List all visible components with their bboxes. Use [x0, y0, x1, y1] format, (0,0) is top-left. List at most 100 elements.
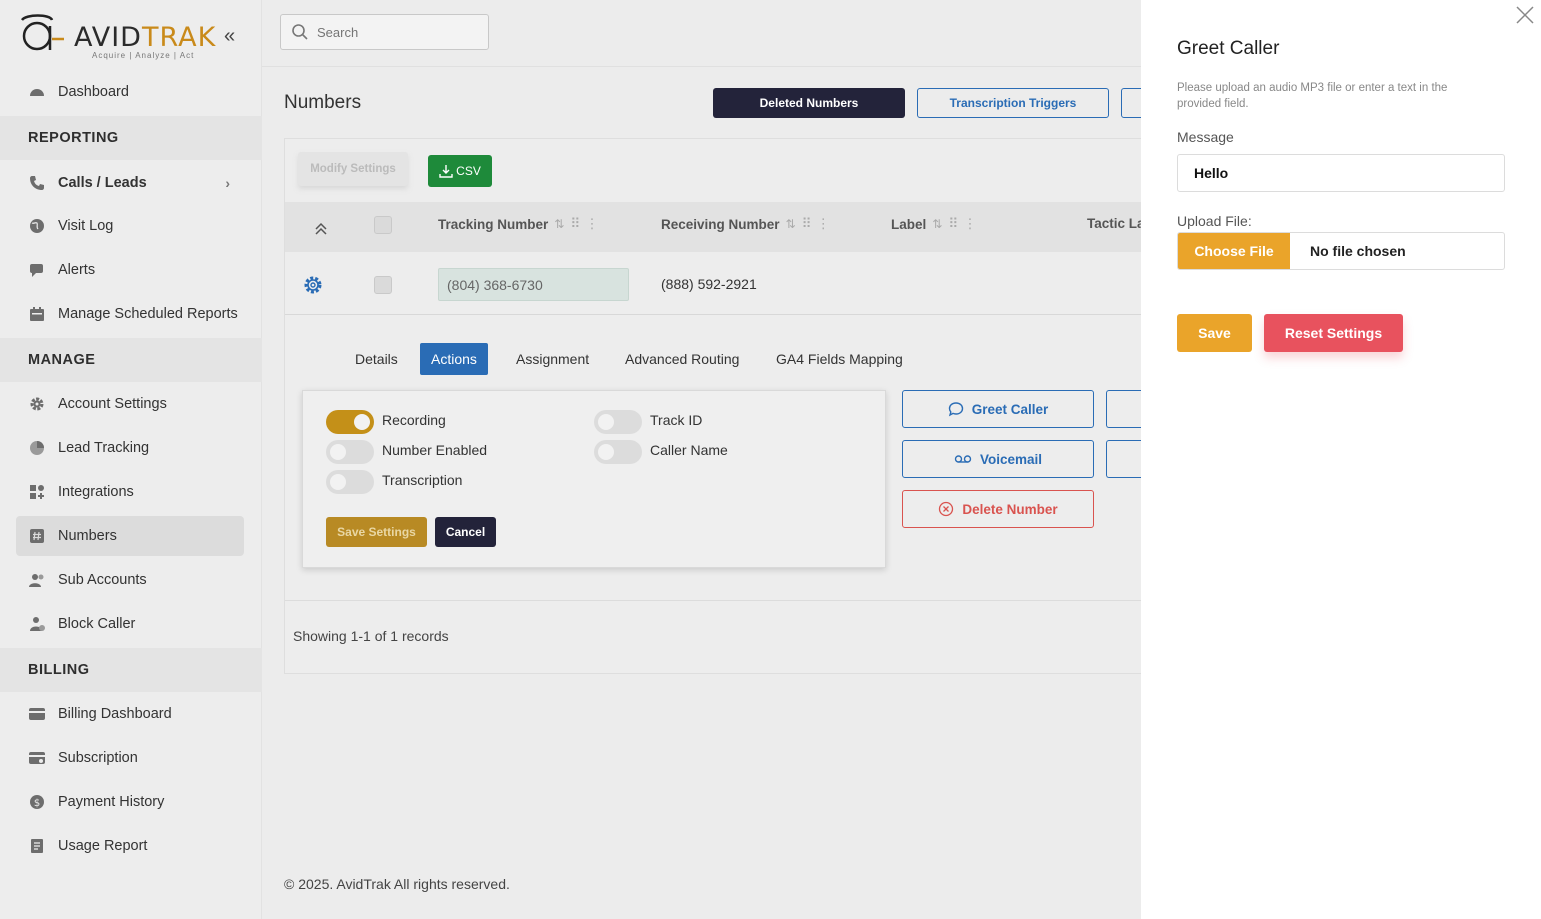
message-label: Message — [1177, 129, 1234, 145]
column-label: Label — [891, 216, 927, 232]
sort-icon[interactable]: ⇅ — [786, 217, 796, 231]
column-label: Tracking Number — [438, 216, 549, 232]
choose-file-button[interactable]: Choose File — [1178, 233, 1290, 269]
sidebar-item-label: Alerts — [58, 262, 96, 278]
sidebar-item-account-settings[interactable]: Account Settings — [16, 384, 244, 424]
sidebar-item-subscription[interactable]: Subscription — [16, 738, 244, 778]
action-button-partial[interactable] — [1106, 390, 1146, 428]
globe-icon — [28, 217, 46, 235]
brand-name: AVIDTRAK — [74, 22, 216, 53]
deleted-numbers-button[interactable]: Deleted Numbers — [713, 88, 905, 118]
drag-handle-icon[interactable]: ⠿ — [948, 216, 958, 232]
sidebar-item-sub-accounts[interactable]: Sub Accounts — [16, 560, 244, 600]
sidebar-item-scheduled-reports[interactable]: Manage Scheduled Reports — [16, 294, 244, 334]
transcription-toggle[interactable] — [326, 470, 374, 494]
logo-mark-icon — [20, 14, 64, 51]
sidebar-item-label: Numbers — [58, 528, 117, 544]
tab-details[interactable]: Details — [344, 343, 409, 375]
chevron-right-icon: › — [225, 175, 230, 191]
drag-handle-icon[interactable]: ⠿ — [570, 216, 580, 232]
action-button-partial[interactable] — [1106, 440, 1146, 478]
transcription-triggers-button[interactable]: Transcription Triggers — [917, 88, 1109, 118]
sidebar-item-usage-report[interactable]: Usage Report — [16, 826, 244, 866]
greet-caller-button[interactable]: Greet Caller — [902, 390, 1094, 428]
brand-suffix: TRAK — [141, 22, 217, 53]
track-id-toggle[interactable] — [594, 410, 642, 434]
voicemail-button[interactable]: Voicemail — [902, 440, 1094, 478]
tab-advanced-routing[interactable]: Advanced Routing — [614, 343, 750, 375]
save-button[interactable]: Save — [1177, 314, 1252, 352]
column-menu-icon[interactable]: ⋮ — [585, 216, 598, 232]
close-icon[interactable] — [1515, 5, 1535, 25]
users-icon — [28, 571, 46, 589]
tab-assignment[interactable]: Assignment — [505, 343, 600, 375]
upload-file-label: Upload File: — [1177, 213, 1252, 229]
delete-circle-icon — [939, 501, 954, 517]
logo: AVIDTRAK Acquire | Analyze | Act — [18, 10, 248, 62]
sidebar-item-alerts[interactable]: Alerts — [16, 250, 244, 290]
chat-icon — [28, 261, 46, 279]
subscription-icon — [28, 749, 46, 767]
dollar-icon: $ — [28, 793, 46, 811]
select-all-checkbox[interactable] — [374, 216, 392, 234]
column-menu-icon[interactable]: ⋮ — [817, 216, 830, 232]
collapse-sidebar-icon[interactable]: « — [224, 26, 242, 46]
hash-icon — [28, 527, 46, 545]
card-icon — [28, 705, 46, 723]
csv-export-button[interactable]: CSV — [428, 155, 492, 187]
reset-settings-button[interactable]: Reset Settings — [1264, 314, 1403, 352]
sidebar-item-calls-leads[interactable]: Calls / Leads › — [16, 163, 244, 203]
calendar-icon — [28, 305, 46, 323]
tracking-number-cell[interactable]: (804) 368-6730 — [438, 268, 629, 301]
brand-tagline: Acquire | Analyze | Act — [92, 51, 195, 60]
tab-ga4-fields-mapping[interactable]: GA4 Fields Mapping — [765, 343, 914, 375]
number-enabled-toggle[interactable] — [326, 440, 374, 464]
sidebar-item-label: Usage Report — [58, 838, 148, 854]
sidebar-item-label: Payment History — [58, 794, 165, 810]
tab-actions[interactable]: Actions — [420, 343, 488, 375]
column-tactic-label[interactable]: Tactic La — [1087, 216, 1145, 231]
sort-icon[interactable]: ⇅ — [932, 217, 942, 231]
column-menu-icon[interactable]: ⋮ — [963, 216, 976, 232]
save-settings-button[interactable]: Save Settings — [326, 517, 427, 547]
sidebar-item-integrations[interactable]: Integrations — [16, 472, 244, 512]
column-label-header[interactable]: Label ⇅ ⠿ ⋮ — [891, 216, 977, 232]
caller-name-label: Caller Name — [650, 442, 728, 458]
modify-settings-button[interactable]: Modify Settings — [298, 152, 408, 186]
search-box[interactable] — [280, 14, 489, 50]
row-checkbox[interactable] — [374, 276, 392, 294]
sidebar-item-visit-log[interactable]: Visit Log — [16, 206, 244, 246]
chat-bubble-icon — [948, 402, 963, 417]
search-input[interactable] — [317, 24, 467, 40]
file-upload-field[interactable]: Choose File No file chosen — [1177, 232, 1505, 270]
sidebar-item-payment-history[interactable]: $ Payment History — [16, 782, 244, 822]
delete-number-button[interactable]: Delete Number — [902, 490, 1094, 528]
sidebar-item-billing-dashboard[interactable]: Billing Dashboard — [16, 694, 244, 734]
sort-icon[interactable]: ⇅ — [554, 217, 564, 231]
sidebar-item-lead-tracking[interactable]: Lead Tracking — [16, 428, 244, 468]
section-manage: MANAGE — [0, 338, 262, 382]
column-label: Receiving Number — [661, 216, 780, 232]
caller-name-toggle[interactable] — [594, 440, 642, 464]
search-icon — [292, 24, 308, 40]
sidebar-item-label: Account Settings — [58, 396, 167, 412]
transcription-label: Transcription — [382, 472, 463, 488]
sidebar-item-numbers[interactable]: Numbers — [16, 516, 244, 556]
drag-handle-icon[interactable]: ⠿ — [802, 216, 812, 232]
cancel-button[interactable]: Cancel — [435, 517, 496, 547]
column-receiving-number[interactable]: Receiving Number ⇅ ⠿ ⋮ — [661, 216, 830, 232]
sidebar-item-block-caller[interactable]: Block Caller — [16, 604, 244, 644]
sidebar-item-dashboard[interactable]: Dashboard — [16, 72, 244, 112]
row-settings-gear-icon[interactable] — [302, 274, 324, 301]
message-input[interactable]: Hello — [1177, 154, 1505, 192]
card-divider — [285, 600, 1145, 601]
sidebar-item-label: Integrations — [58, 484, 134, 500]
column-tracking-number[interactable]: Tracking Number ⇅ ⠿ ⋮ — [438, 216, 599, 232]
sidebar-item-label: Sub Accounts — [58, 572, 147, 588]
sidebar-item-label: Dashboard — [58, 84, 129, 100]
recording-toggle[interactable] — [326, 410, 374, 434]
voicemail-label: Voicemail — [979, 451, 1043, 467]
file-name-text: No file chosen — [1310, 243, 1406, 259]
brand-prefix: AVID — [74, 22, 142, 53]
collapse-rows-icon[interactable] — [313, 220, 329, 241]
